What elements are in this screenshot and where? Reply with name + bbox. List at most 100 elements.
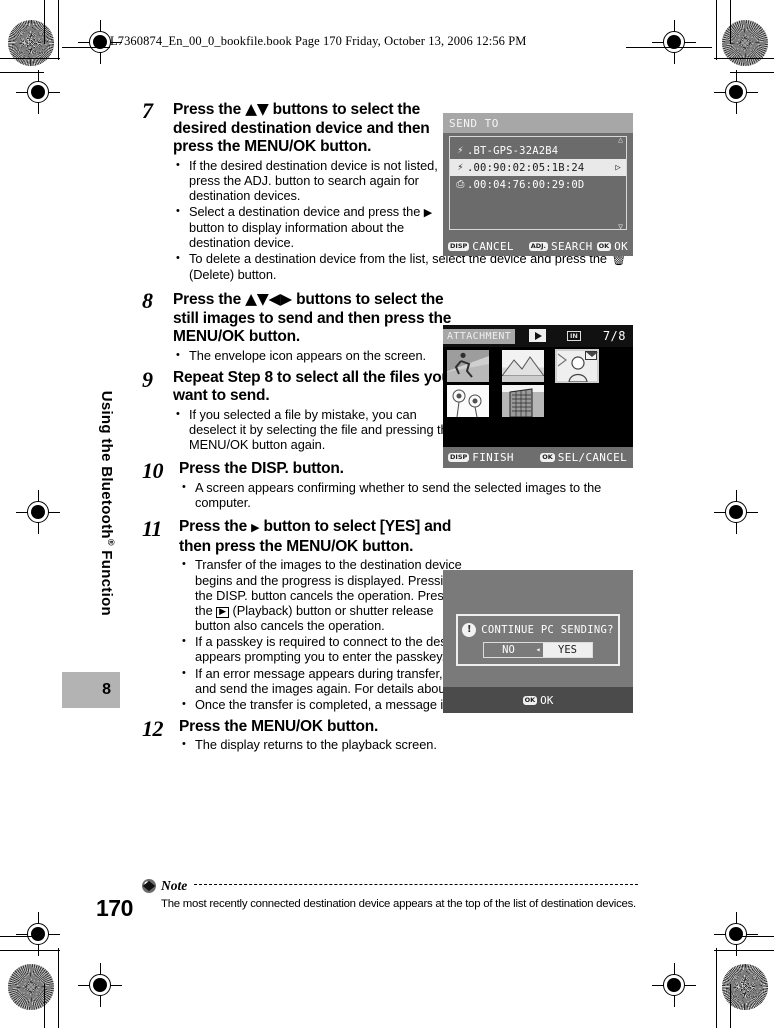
send-to-title: SEND TO [443, 113, 633, 133]
crop-line-inner-left-vert [44, 0, 45, 44]
confirm-option-yes[interactable]: YES [543, 642, 592, 657]
crop-line-right-vert [716, 0, 717, 60]
adj-key-icon[interactable]: ADJ. [528, 241, 549, 251]
disp-key-icon[interactable]: DISP [448, 241, 470, 251]
runner-thumbnail[interactable] [447, 350, 489, 382]
crop-line-top [0, 58, 60, 59]
note-heading: Note [142, 878, 638, 894]
note-divider [194, 884, 638, 885]
crop-line-inner-right-vert-b [730, 984, 731, 1028]
step-12-number: 12 [142, 715, 164, 741]
crop-line-inner-bottom [0, 936, 44, 937]
internal-memory-icon: IN [567, 331, 581, 341]
mountain-sketch-icon [501, 356, 544, 382]
attachment-top-bar: ATTACHMENT IN 7/8 [443, 325, 633, 347]
mountain-thumbnail[interactable] [501, 350, 544, 382]
crop-line-inner-bottom-right [730, 936, 774, 937]
crop-line-inner-top [0, 72, 44, 73]
step-7-bullet-2: Select a destination device and press th… [173, 204, 461, 251]
print-target-starburst-top-right [722, 20, 768, 66]
frame-counter: 7/8 [602, 329, 626, 343]
header-rule-right [626, 47, 712, 48]
finish-label: FINISH [472, 451, 514, 464]
printer-icon: ⎙ [456, 179, 465, 190]
step-7-number: 7 [142, 98, 153, 123]
step-8-heading: Press the ▲▼◀▶ buttons to select the sti… [173, 290, 452, 346]
print-target-starburst-top-left [8, 20, 54, 66]
destination-device-list: △ ⚡ .BT-GPS-32A2B4 ⚡ .00:90:02:05:1B:24 … [449, 135, 627, 231]
chapter-number-tab: 8 [62, 672, 120, 708]
crop-line-left-vert-bottom [58, 948, 59, 1028]
step-7-bullet-1: If the desired destination device is not… [173, 158, 461, 204]
print-target-starburst-bottom-right [722, 964, 768, 1010]
step-9-bullet-1: If you selected a file by mistake, you c… [173, 407, 461, 453]
crop-line-inner-left-vert-b [44, 984, 45, 1028]
building-thumbnail[interactable] [501, 385, 544, 417]
registration-mark-bottom-center [714, 70, 758, 114]
step-10-bullets: A screen appears confirming whether to s… [179, 480, 638, 510]
device-row-1[interactable]: ⚡ .BT-GPS-32A2B4 [450, 142, 626, 159]
send-to-footer: DISP CANCEL ADJ. SEARCH OK OK [443, 236, 633, 256]
confirm-option-no[interactable]: NO [484, 643, 533, 657]
device-row-2[interactable]: ⚡ .00:90:02:05:1B:24 ▷ [450, 159, 626, 176]
cancel-label: CANCEL [472, 239, 514, 253]
step-8-bullet-1: The envelope icon appears on the screen. [173, 348, 461, 363]
ok-key-icon[interactable]: OK [522, 695, 538, 705]
registration-mark-bottom-right [652, 963, 696, 1007]
lcd-screenshot-confirm: ! CONTINUE PC SENDING? NO ◂ YES OK OK [443, 570, 633, 713]
device-row-1-label: .BT-GPS-32A2B4 [467, 144, 559, 157]
sel-cancel-label: SEL/CANCEL [557, 451, 627, 464]
book-header-text: L7360874_En_00_0_bookfile.book Page 170 … [110, 34, 527, 48]
flowers-thumbnail[interactable] [447, 385, 489, 417]
registration-mark-left-middle [16, 490, 60, 534]
lcd-screenshot-send-to: SEND TO △ ⚡ .BT-GPS-32A2B4 ⚡ .00:90:02:0… [443, 113, 633, 256]
step-9-heading: Repeat Step 8 to select all the files yo… [173, 368, 451, 405]
confirm-footer: OK OK [443, 687, 633, 713]
left-caret-icon: ◂ [535, 644, 541, 654]
confirm-dialog: ! CONTINUE PC SENDING? NO ◂ YES [456, 614, 620, 666]
building-sketch-icon [501, 385, 544, 417]
ok-key-icon[interactable]: OK [596, 241, 612, 251]
step-10-bullet-1: A screen appears confirming whether to s… [179, 480, 638, 510]
note-block: Note The most recently connected destina… [142, 878, 638, 911]
note-text: The most recently connected destination … [161, 898, 636, 910]
step-11-bullet-1: Transfer of the images to the destinatio… [179, 557, 467, 633]
chapter-number-label: 8 [102, 681, 111, 698]
page-number: 170 [96, 895, 133, 921]
thumbnail-grid [443, 347, 633, 447]
note-label: Note [161, 878, 188, 893]
ok-key-icon[interactable]: OK [540, 453, 555, 462]
envelope-icon [585, 351, 599, 360]
device-detail-arrow-icon[interactable]: ▷ [615, 163, 621, 173]
ok-label: OK [614, 239, 628, 253]
exclamation-icon: ! [462, 622, 477, 637]
runner-sketch-icon [447, 352, 489, 382]
disp-key-icon[interactable]: DISP [448, 453, 470, 462]
device-row-3-label: .00:04:76:00:29:0D [467, 178, 585, 191]
bluetooth-icon: ⚡ [457, 162, 464, 173]
chapter-title-suffix: Function [98, 545, 115, 616]
scroll-up-icon: △ [618, 135, 623, 144]
step-12: 12 Press the MENU/OK button. The display… [142, 715, 638, 752]
device-row-3[interactable]: ⎙ .00:04:76:00:29:0D [450, 176, 626, 193]
bluetooth-icon: ⚡ [457, 145, 464, 156]
attachment-badge: ATTACHMENT [443, 328, 516, 344]
step-12-bullets: The display returns to the playback scre… [179, 737, 638, 752]
crop-line-left-vert [58, 0, 59, 60]
header-rule-left [62, 47, 110, 48]
person-thumbnail[interactable] [555, 349, 600, 383]
lcd-screenshot-attachment: ATTACHMENT IN 7/8 DISP FINISH OK SEL/CAN… [443, 325, 633, 468]
step-8-number: 8 [142, 288, 153, 314]
crop-line-top-right [714, 58, 774, 59]
registration-mark-bottom-left [78, 963, 122, 1007]
attachment-footer: DISP FINISH OK SEL/CANCEL [443, 447, 633, 468]
step-11-number: 11 [142, 516, 162, 542]
step-11-heading: Press the ▶ button to select [YES] and t… [179, 518, 452, 555]
crop-line-bottom-right [714, 950, 774, 951]
confirm-message: CONTINUE PC SENDING? [481, 623, 614, 636]
playback-icon: ▶ [216, 606, 230, 618]
flowers-sketch-icon [452, 389, 482, 417]
step-12-bullet-1: The display returns to the playback scre… [179, 737, 638, 752]
registration-mark-top-right [652, 20, 696, 64]
registered-trademark-icon: ® [106, 538, 116, 546]
